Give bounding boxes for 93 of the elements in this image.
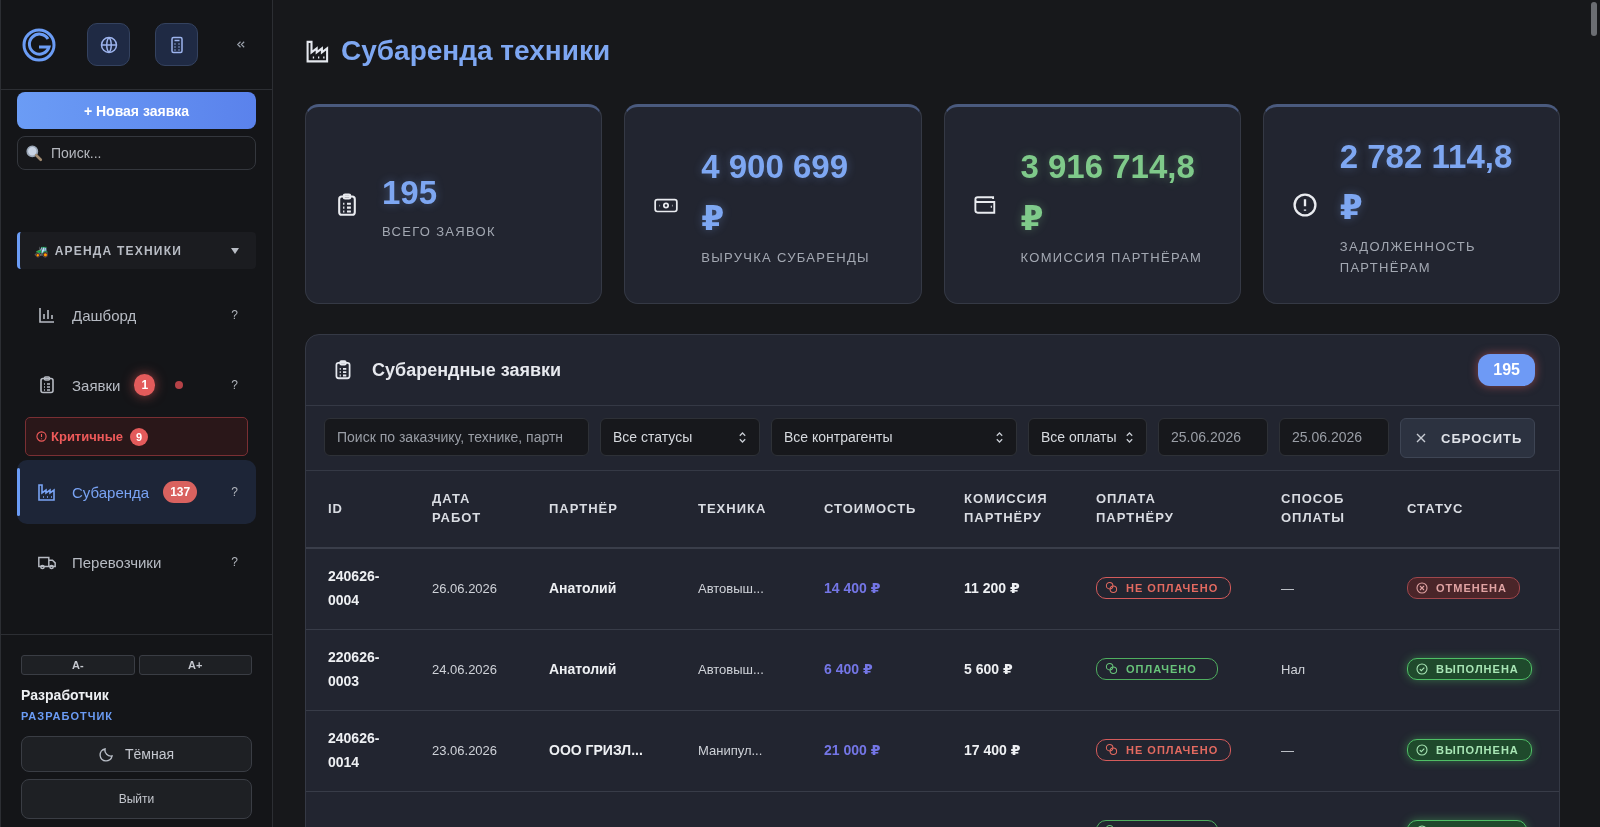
column-header: СТАТУС: [1407, 499, 1465, 518]
help-mark[interactable]: ?: [231, 378, 238, 392]
nav-item[interactable]: Дашборд ?: [17, 283, 256, 347]
globe-icon: [98, 34, 119, 55]
table-cell: 26.06.2026: [432, 580, 498, 596]
alert-icon: [36, 431, 47, 442]
table-cell: 24.06.2026: [432, 661, 498, 677]
count-badge: 1: [134, 374, 156, 396]
stat-label: КОМИССИЯ ПАРТНЁРАМ: [1020, 248, 1203, 267]
help-mark[interactable]: ?: [231, 555, 238, 569]
table-cell: 5 600 ₽: [964, 661, 1013, 678]
payment-status-badge: НЕ ОПЛАЧЕНО: [1096, 738, 1232, 761]
stat-value: 195: [382, 173, 439, 214]
column-header: ОПЛАТА ПАРТНЁРУ: [1096, 490, 1175, 527]
table-cell: 17 400 ₽: [964, 742, 1021, 759]
sort-arrows-icon: [738, 430, 747, 444]
stat-value: 4 900 699 ₽: [701, 147, 850, 239]
table-cell: ООО ГРИЗЛ...: [549, 742, 643, 759]
panel-title: Субарендные заявки: [372, 359, 562, 381]
critical-alert[interactable]: Критичные 9: [25, 417, 248, 456]
status-badge: ОТМЕНЕНА: [1407, 576, 1520, 599]
font-size-button[interactable]: A+: [138, 655, 252, 675]
collapse-icon[interactable]: [235, 39, 246, 50]
table-cell: 6 400 ₽: [824, 661, 873, 678]
factory-icon: [305, 38, 331, 64]
filter-dropdown[interactable]: Все статусы: [600, 418, 760, 456]
column-header: ID: [328, 499, 344, 518]
table-cell: Анатолий: [549, 661, 617, 678]
table-cell: Манипул...: [698, 742, 763, 758]
sort-arrows-icon: [1125, 430, 1134, 444]
factory-icon: [37, 482, 57, 502]
status-badge: ВЫПОЛНЕНА: [1407, 657, 1532, 680]
stat-label: ВСЕГО ЗАЯВОК: [382, 223, 496, 242]
scrollbar-thumb[interactable]: [1591, 2, 1597, 36]
stat-label: ЗАДОЛЖЕННОСТЬ ПАРТНЁРАМ: [1339, 238, 1477, 278]
page-title: Субаренда техники: [341, 35, 611, 67]
table-cell: 21 000 ₽: [824, 742, 881, 759]
font-size-button[interactable]: A-: [21, 655, 135, 675]
table-cell: Нал: [1281, 661, 1306, 677]
table-cell: Автовыш...: [698, 580, 764, 596]
table-cell: 240626-0004: [328, 568, 380, 608]
clipboard-icon: [37, 375, 57, 395]
user-name: Разработчик: [21, 687, 110, 703]
table-cell: Автовыш...: [698, 661, 764, 677]
column-header: ПАРТНЁР: [549, 499, 619, 518]
payment-status-badge: ОПЛАЧЕНО: [1096, 657, 1218, 680]
alert-label: Критичные: [51, 429, 123, 444]
column-header: СПОСОБ ОПЛАТЫ: [1281, 490, 1346, 527]
table-cell: —: [1281, 742, 1294, 758]
close-icon: [1415, 432, 1427, 444]
table-cell: 220626-0003: [328, 649, 380, 689]
column-header: КОМИССИЯ ПАРТНЁРУ: [964, 490, 1049, 527]
nav-item[interactable]: Перевозчики ?: [17, 530, 256, 594]
filter-dropdown[interactable]: Все контрагенты: [771, 418, 1017, 456]
stat-value: 3 916 714,8 ₽: [1020, 147, 1196, 239]
sort-arrows-icon: [995, 430, 1004, 444]
table-cell: Анатолий: [549, 580, 617, 597]
payment-status-badge: НЕ ОПЛАЧЕНО: [1096, 576, 1232, 599]
moon-icon: [98, 746, 115, 762]
table-cell: 14 400 ₽: [824, 580, 881, 597]
help-mark[interactable]: ?: [231, 308, 238, 322]
count-badge: 9: [129, 427, 149, 446]
reset-button[interactable]: СБРОСИТЬ: [1400, 418, 1536, 458]
count-badge: 195: [1478, 354, 1535, 386]
theme-button[interactable]: Тёмная: [21, 736, 252, 772]
nav-item[interactable]: Субаренда 137 ?: [17, 460, 256, 524]
date-field[interactable]: 25.06.2026: [1279, 418, 1389, 456]
bar-chart-icon: [37, 305, 57, 325]
section-label: 🚜 АРЕНДА ТЕХНИКИ: [34, 243, 182, 258]
count-badge: 137: [163, 481, 198, 503]
alert-icon: [1291, 192, 1318, 218]
user-role: РАЗРАБОТЧИК: [21, 710, 115, 722]
logo-icon[interactable]: [21, 26, 57, 63]
search-field[interactable]: Поиск...: [17, 136, 256, 170]
calculator-button[interactable]: [155, 23, 198, 66]
column-header: ТЕХНИКА: [698, 499, 768, 518]
table-cell: 240626-0014: [328, 730, 380, 770]
table-cell: 23.06.2026: [432, 742, 498, 758]
table-cell: —: [1281, 580, 1294, 596]
help-mark[interactable]: ?: [231, 485, 238, 499]
stat-label: ВЫРУЧКА СУБАРЕНДЫ: [701, 248, 870, 267]
logout-button[interactable]: Выйти: [21, 779, 252, 819]
globe-button[interactable]: [87, 23, 130, 66]
column-header: ДАТА РАБОТ: [432, 490, 483, 527]
status-badge: ВЫПОЛНЕНА: [1407, 738, 1532, 761]
column-header: СТОИМОСТЬ: [824, 499, 918, 518]
search-field[interactable]: Поиск по заказчику, технике, партн: [324, 418, 589, 456]
section-header[interactable]: 🚜 АРЕНДА ТЕХНИКИ: [17, 232, 256, 269]
filter-dropdown[interactable]: Все оплаты: [1028, 418, 1147, 456]
date-field[interactable]: 25.06.2026: [1158, 418, 1268, 456]
nav-item[interactable]: Заявки 1 ?: [17, 353, 256, 417]
stat-value: 2 782 114,8 ₽: [1339, 137, 1514, 229]
table-cell: 11 200 ₽: [964, 580, 1020, 597]
